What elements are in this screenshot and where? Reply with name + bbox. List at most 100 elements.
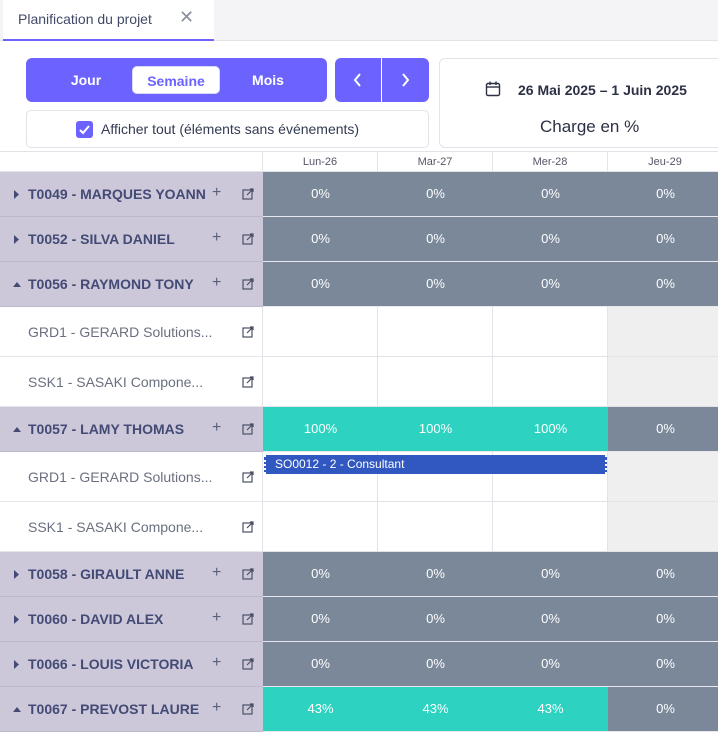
- load-cell[interactable]: 0%: [608, 642, 718, 687]
- assignment-cell[interactable]: [493, 357, 608, 407]
- caret-up-icon[interactable]: [13, 425, 21, 434]
- previous-period-button[interactable]: [335, 58, 382, 102]
- assignment-cell[interactable]: [378, 502, 493, 552]
- event-bar[interactable]: SO0012 - 2 - Consultant: [264, 455, 607, 474]
- caret-right-icon[interactable]: [13, 570, 21, 579]
- caret-right-icon[interactable]: [13, 660, 21, 669]
- next-period-button[interactable]: [382, 58, 429, 102]
- load-cell[interactable]: 100%: [263, 407, 378, 452]
- load-cell[interactable]: 43%: [263, 687, 378, 732]
- open-external-icon[interactable]: [242, 326, 254, 338]
- row-label-cell[interactable]: T0067 - PREVOST LAURE +: [0, 687, 263, 732]
- caret-up-icon[interactable]: [13, 280, 21, 289]
- load-cell[interactable]: 0%: [378, 597, 493, 642]
- open-external-icon[interactable]: [242, 376, 254, 388]
- load-cell[interactable]: 0%: [493, 217, 608, 262]
- date-range-text[interactable]: 26 Mai 2025 – 1 Juin 2025: [518, 82, 687, 98]
- open-external-icon[interactable]: [242, 568, 254, 580]
- row-label-cell[interactable]: GRD1 - GERARD Solutions...: [0, 452, 263, 502]
- load-cell[interactable]: 43%: [493, 687, 608, 732]
- load-cell[interactable]: 0%: [493, 262, 608, 307]
- load-cell[interactable]: 0%: [493, 172, 608, 217]
- row-label-cell[interactable]: T0052 - SILVA DANIEL +: [0, 217, 263, 262]
- open-external-icon[interactable]: [242, 278, 254, 290]
- calendar-icon[interactable]: [485, 81, 501, 97]
- open-external-icon[interactable]: [242, 188, 254, 200]
- load-cell[interactable]: 0%: [608, 597, 718, 642]
- add-icon[interactable]: +: [212, 699, 221, 717]
- load-cell[interactable]: 0%: [378, 172, 493, 217]
- load-cell[interactable]: 0%: [263, 597, 378, 642]
- load-cell[interactable]: 0%: [263, 262, 378, 307]
- show-all-checkbox[interactable]: [76, 121, 93, 138]
- assignment-cell[interactable]: [378, 307, 493, 357]
- load-cell[interactable]: 100%: [378, 407, 493, 452]
- caret-right-icon[interactable]: [13, 235, 21, 244]
- open-external-icon[interactable]: [242, 658, 254, 670]
- row-label-cell[interactable]: SSK1 - SASAKI Compone...: [0, 502, 263, 552]
- add-icon[interactable]: +: [212, 654, 221, 672]
- load-cell[interactable]: 0%: [263, 217, 378, 262]
- open-external-icon[interactable]: [242, 613, 254, 625]
- load-cell[interactable]: 0%: [608, 262, 718, 307]
- row-label-cell[interactable]: GRD1 - GERARD Solutions...: [0, 307, 263, 357]
- close-icon[interactable]: ✕: [179, 8, 194, 26]
- load-cell[interactable]: 0%: [608, 217, 718, 262]
- load-cell[interactable]: 0%: [493, 552, 608, 597]
- open-external-icon[interactable]: [242, 233, 254, 245]
- load-cell[interactable]: 0%: [493, 597, 608, 642]
- caret-right-icon[interactable]: [13, 190, 21, 199]
- row-label-cell[interactable]: T0049 - MARQUES YOANN +: [0, 172, 263, 217]
- caret-right-icon[interactable]: [13, 615, 21, 624]
- open-external-icon[interactable]: [242, 423, 254, 435]
- date-range-panel: 26 Mai 2025 – 1 Juin 2025 Charge en %: [439, 58, 718, 148]
- assignment-cell[interactable]: [493, 307, 608, 357]
- add-icon[interactable]: +: [212, 609, 221, 627]
- row-label-cell[interactable]: T0066 - LOUIS VICTORIA +: [0, 642, 263, 687]
- assignment-cell[interactable]: [608, 502, 718, 552]
- load-cell[interactable]: 100%: [493, 407, 608, 452]
- load-cell[interactable]: 0%: [608, 407, 718, 452]
- load-cell[interactable]: 0%: [608, 172, 718, 217]
- open-external-icon[interactable]: [242, 521, 254, 533]
- caret-up-icon[interactable]: [13, 705, 21, 714]
- assignment-cell[interactable]: [263, 357, 378, 407]
- row-label-cell[interactable]: T0060 - DAVID ALEX +: [0, 597, 263, 642]
- assignment-cell[interactable]: [378, 357, 493, 407]
- add-icon[interactable]: +: [212, 419, 221, 437]
- load-cell[interactable]: 0%: [608, 687, 718, 732]
- assignment-cell[interactable]: [608, 357, 718, 407]
- view-month-button[interactable]: Mois: [228, 66, 308, 94]
- load-cell[interactable]: 0%: [263, 172, 378, 217]
- row-label-cell[interactable]: T0057 - LAMY THOMAS +: [0, 407, 263, 452]
- row-label-cell[interactable]: T0056 - RAYMOND TONY +: [0, 262, 263, 307]
- planning-grid: Lun-26 Mar-27 Mer-28 Jeu-29 T0049 - MARQUES…: [0, 151, 718, 735]
- view-week-button[interactable]: Semaine: [132, 66, 220, 94]
- assignment-cell[interactable]: [263, 502, 378, 552]
- load-cell[interactable]: 0%: [378, 217, 493, 262]
- open-external-icon[interactable]: [242, 471, 254, 483]
- add-icon[interactable]: +: [212, 274, 221, 292]
- assignment-cell[interactable]: [608, 452, 718, 502]
- tab-project-planning[interactable]: Planification du projet ✕: [3, 0, 214, 41]
- assignment-cell[interactable]: [493, 502, 608, 552]
- load-cell[interactable]: 43%: [378, 687, 493, 732]
- add-icon[interactable]: +: [212, 229, 221, 247]
- load-cell[interactable]: 0%: [378, 552, 493, 597]
- load-cell[interactable]: 0%: [378, 262, 493, 307]
- load-cell[interactable]: 0%: [608, 552, 718, 597]
- load-cell[interactable]: 0%: [263, 642, 378, 687]
- view-day-button[interactable]: Jour: [48, 66, 124, 94]
- assignment-name: SSK1 - SASAKI Compone...: [28, 519, 204, 535]
- load-cell[interactable]: 0%: [263, 552, 378, 597]
- add-icon[interactable]: +: [212, 184, 221, 202]
- row-label-cell[interactable]: T0058 - GIRAULT ANNE +: [0, 552, 263, 597]
- load-cell[interactable]: 0%: [378, 642, 493, 687]
- assignment-cell[interactable]: [263, 307, 378, 357]
- assignment-cell[interactable]: [608, 307, 718, 357]
- load-cell[interactable]: 0%: [493, 642, 608, 687]
- row-label-cell[interactable]: SSK1 - SASAKI Compone...: [0, 357, 263, 407]
- show-all-toggle[interactable]: Afficher tout (éléments sans événements): [26, 110, 429, 148]
- open-external-icon[interactable]: [242, 703, 254, 715]
- add-icon[interactable]: +: [212, 564, 221, 582]
